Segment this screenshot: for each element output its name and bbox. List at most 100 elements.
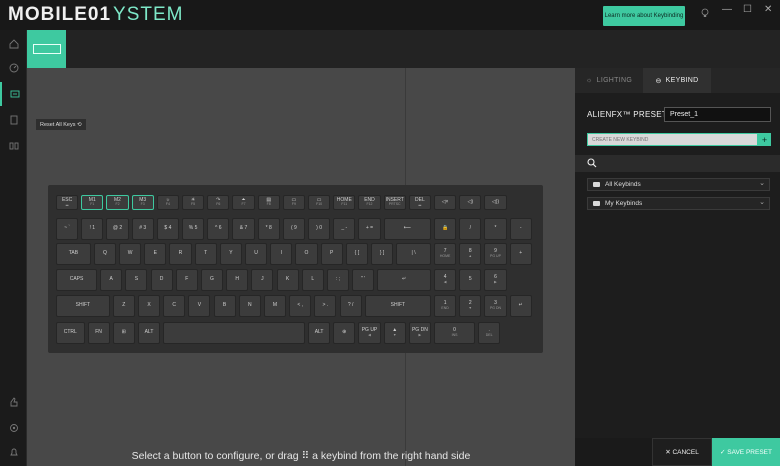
key-r2-14[interactable]: 7 HOME <box>434 243 457 265</box>
key-r0-16[interactable]: ◁) <box>459 195 482 210</box>
settings-icon[interactable] <box>0 416 27 440</box>
gauge-icon[interactable] <box>0 56 27 80</box>
create-keybind-input[interactable] <box>587 133 758 146</box>
key-r5-1[interactable]: FN <box>87 322 110 344</box>
key-r1-4[interactable]: $ 4 <box>156 218 179 240</box>
key-r4-10[interactable]: ? / <box>339 295 362 317</box>
key-r0-11[interactable]: HOME F11 <box>333 195 356 210</box>
key-r4-0[interactable]: SHIFT <box>56 295 110 317</box>
key-r5-6[interactable]: ⊕ <box>333 322 356 344</box>
key-r3-14[interactable]: 5 <box>459 269 482 291</box>
preset-name-input[interactable] <box>664 107 771 122</box>
library-icon[interactable] <box>0 134 27 158</box>
thumb-icon[interactable] <box>0 390 27 414</box>
key-r5-8[interactable]: ▲ ▼ <box>383 322 406 344</box>
lightbulb-icon[interactable] <box>700 8 714 22</box>
key-r3-15[interactable]: 6 ▶ <box>484 269 507 291</box>
key-r2-0[interactable]: TAB <box>56 243 91 265</box>
key-r5-4[interactable] <box>163 322 305 344</box>
key-r2-11[interactable]: { [ <box>345 243 368 265</box>
key-r2-13[interactable]: | \ <box>396 243 431 265</box>
key-r1-0[interactable]: ~ ` <box>56 218 79 240</box>
key-r0-1[interactable]: M1 F1 <box>81 195 104 210</box>
device-icon[interactable] <box>0 108 27 132</box>
maximize-button[interactable]: ☐ <box>743 4 752 15</box>
key-r0-12[interactable]: END F12 <box>358 195 381 210</box>
key-r2-5[interactable]: T <box>194 243 217 265</box>
key-r1-12[interactable]: + = <box>358 218 381 240</box>
key-r0-9[interactable]: ▭ F9 <box>282 195 305 210</box>
tab-keybind[interactable]: ⊖ KEYBIND <box>643 68 711 93</box>
close-button[interactable]: ✕ <box>764 4 772 15</box>
key-r0-17[interactable]: ◁)) <box>484 195 507 210</box>
key-r3-3[interactable]: D <box>150 269 173 291</box>
key-r0-5[interactable]: ☀ F5 <box>182 195 205 210</box>
key-r1-13[interactable]: ⟵ <box>383 218 431 240</box>
key-r2-10[interactable]: P <box>320 243 343 265</box>
key-r1-1[interactable]: ! 1 <box>81 218 104 240</box>
key-r0-14[interactable]: DEL ▂ <box>408 195 431 210</box>
key-r0-7[interactable]: ⏶ F7 <box>232 195 255 210</box>
key-r1-10[interactable]: ) 0 <box>308 218 331 240</box>
key-r4-14[interactable]: 3 PG DN <box>484 295 507 317</box>
key-r2-9[interactable]: O <box>295 243 318 265</box>
key-r0-13[interactable]: INSERT PRTSC <box>383 195 406 210</box>
tab-lighting[interactable]: ☼ LIGHTING <box>575 68 643 93</box>
key-r2-12[interactable]: } ] <box>371 243 394 265</box>
key-r0-10[interactable]: ▭ F10 <box>308 195 331 210</box>
key-r1-8[interactable]: * 8 <box>257 218 280 240</box>
key-r1-14[interactable]: 🔒 <box>434 218 457 240</box>
key-r4-12[interactable]: 1 END <box>434 295 457 317</box>
key-r2-16[interactable]: 9 PG UP <box>484 243 507 265</box>
key-r4-15[interactable]: ↵ <box>509 295 532 317</box>
key-r4-5[interactable]: B <box>213 295 236 317</box>
key-r0-3[interactable]: M3 F3 <box>131 195 154 210</box>
key-r3-5[interactable]: G <box>200 269 224 291</box>
key-r3-7[interactable]: J <box>251 269 274 291</box>
key-r4-3[interactable]: C <box>163 295 186 317</box>
key-r5-9[interactable]: PG DN ▶ <box>408 322 431 344</box>
keyboard-device-tile[interactable] <box>27 30 66 68</box>
key-r2-6[interactable]: Y <box>219 243 242 265</box>
key-r4-11[interactable]: SHIFT <box>364 295 431 317</box>
key-r0-8[interactable]: ▤ F8 <box>257 195 280 210</box>
home-icon[interactable] <box>0 32 27 56</box>
key-r2-2[interactable]: W <box>119 243 142 265</box>
key-r5-11[interactable]: . DEL <box>478 322 501 344</box>
key-r2-15[interactable]: 8 ▲ <box>459 243 482 265</box>
key-r3-0[interactable]: CAPS <box>56 269 98 291</box>
key-r1-7[interactable]: & 7 <box>232 218 255 240</box>
key-r4-13[interactable]: 2 ▼ <box>459 295 482 317</box>
key-r1-2[interactable]: @ 2 <box>106 218 129 240</box>
key-r5-2[interactable]: ⊞ <box>112 322 135 344</box>
key-r1-16[interactable]: * <box>484 218 507 240</box>
reset-all-keys-button[interactable]: Reset All Keys ⟲ <box>36 119 86 130</box>
key-r2-1[interactable]: Q <box>93 243 116 265</box>
key-r5-10[interactable]: 0 INS <box>434 322 476 344</box>
key-r4-4[interactable]: V <box>188 295 211 317</box>
minimize-button[interactable]: — <box>722 4 732 15</box>
key-r5-5[interactable]: ALT <box>308 322 331 344</box>
key-r2-17[interactable]: + <box>509 243 532 265</box>
key-r1-15[interactable]: / <box>459 218 482 240</box>
key-r4-7[interactable]: M <box>263 295 287 317</box>
key-r3-10[interactable]: : ; <box>326 269 350 291</box>
key-r0-2[interactable]: M2 F2 <box>106 195 129 210</box>
key-r3-6[interactable]: H <box>226 269 249 291</box>
cancel-button[interactable]: ✕ CANCEL <box>652 438 712 466</box>
key-r0-6[interactable]: ↷ F6 <box>207 195 230 210</box>
key-r4-6[interactable]: N <box>238 295 261 317</box>
key-r3-8[interactable]: K <box>276 269 299 291</box>
key-r1-17[interactable]: - <box>509 218 532 240</box>
key-r1-5[interactable]: % 5 <box>182 218 205 240</box>
learn-more-button[interactable]: Learn more about Keybinding <box>603 6 685 26</box>
key-r4-8[interactable]: < , <box>289 295 312 317</box>
keybind-search-bar[interactable] <box>575 155 780 172</box>
key-r3-12[interactable]: ↵ <box>377 269 431 291</box>
key-r3-2[interactable]: S <box>125 269 148 291</box>
key-r0-0[interactable]: ESC ▂ <box>56 195 79 210</box>
fx-icon[interactable] <box>0 82 27 106</box>
key-r2-7[interactable]: U <box>245 243 268 265</box>
add-keybind-button[interactable]: + <box>758 133 771 146</box>
key-r2-8[interactable]: I <box>270 243 293 265</box>
